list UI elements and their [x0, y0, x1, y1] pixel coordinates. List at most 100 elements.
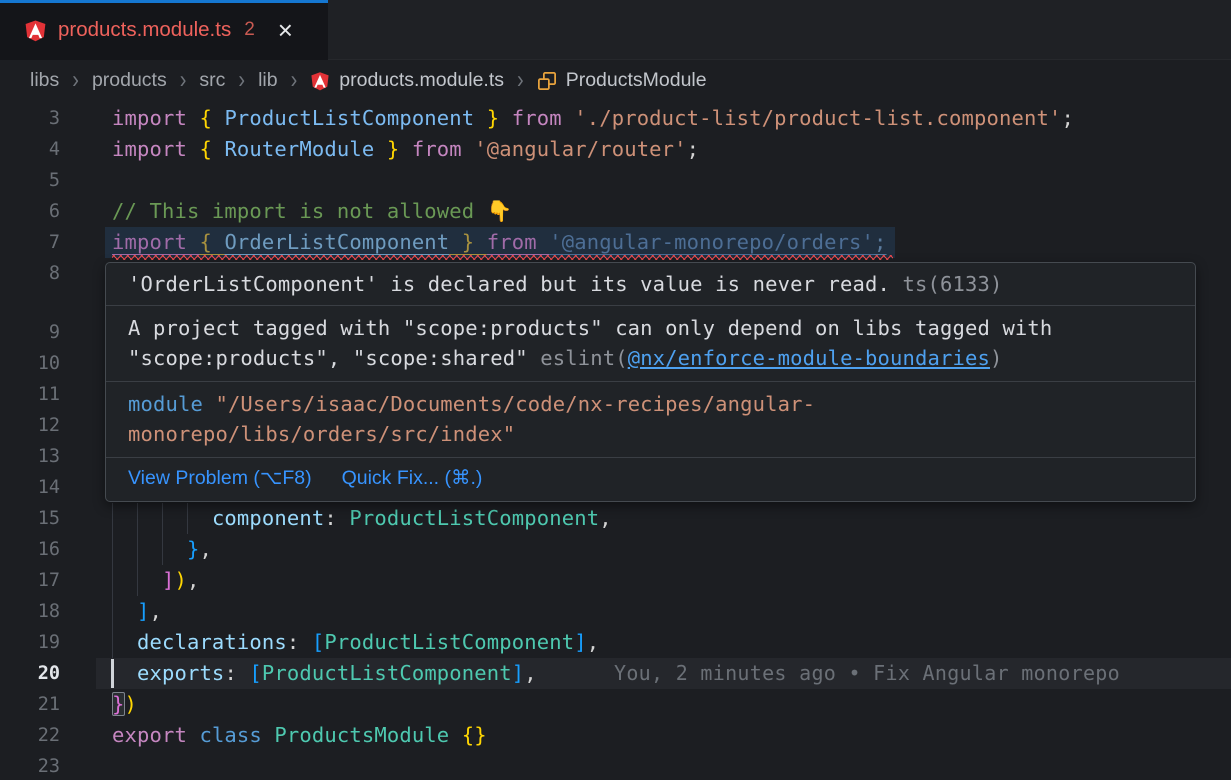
- problems-count-badge: 2: [244, 19, 255, 41]
- hover-message-2: A project tagged with "scope:products" c…: [106, 305, 1195, 381]
- line-number: 9: [0, 317, 60, 348]
- code-token: {: [199, 106, 224, 130]
- code-token: export: [112, 723, 199, 747]
- code-token: ): [125, 692, 138, 716]
- code-token: import: [112, 106, 199, 130]
- active-tab-indicator: [0, 0, 328, 3]
- angular-icon: [24, 19, 47, 42]
- close-icon[interactable]: ×: [278, 17, 293, 43]
- code-token: '@angular-monorepo/orders': [549, 230, 874, 254]
- line-number: 14: [0, 472, 60, 503]
- code-token: ,: [199, 537, 212, 561]
- code-token: }: [187, 537, 200, 561]
- code-token: import: [112, 137, 199, 161]
- code-line-3[interactable]: import { ProductListComponent } from './…: [112, 103, 1231, 134]
- code-token: '@angular/router': [474, 137, 686, 161]
- code-line-16[interactable]: },: [112, 534, 1231, 565]
- hover-text: ): [990, 346, 1003, 370]
- code-token: ProductListComponent: [349, 506, 599, 530]
- code-token: component: [212, 506, 324, 530]
- error-hover-popup: 'OrderListComponent' is declared but its…: [105, 262, 1196, 502]
- breadcrumb: libs › products › src › lib › products.module.ts…: [0, 61, 1231, 100]
- code-token: :: [287, 630, 312, 654]
- code-token: }: [474, 106, 511, 130]
- line-number: 22: [0, 720, 60, 751]
- hover-text: eslint(: [540, 346, 627, 370]
- breadcrumb-separator: ›: [72, 66, 79, 95]
- breadcrumb-item-productsmodule[interactable]: ProductsModule: [537, 69, 707, 92]
- line-number: 10: [0, 348, 60, 379]
- line-number: 15: [0, 503, 60, 534]
- code-line-19[interactable]: declarations: [ProductListComponent],: [112, 627, 1231, 658]
- line-number: 23: [0, 751, 60, 780]
- tab-products-module[interactable]: products.module.ts 2 ×: [0, 0, 328, 60]
- code-token: // This import is not allowed: [112, 199, 487, 223]
- code-token: [112, 568, 162, 592]
- code-editor[interactable]: 3import { ProductListComponent } from '.…: [0, 100, 1231, 780]
- code-token: }: [449, 230, 486, 254]
- line-number: 20: [0, 658, 60, 689]
- code-token: 👇: [487, 199, 513, 223]
- code-token: [: [249, 661, 262, 685]
- hover-message-1: 'OrderListComponent' is declared but its…: [106, 263, 1195, 305]
- code-line-15[interactable]: component: ProductListComponent,: [112, 503, 1231, 534]
- code-token: ,: [187, 568, 200, 592]
- breadcrumb-item-products-module-ts[interactable]: products.module.ts: [310, 69, 504, 92]
- error-squiggle: [112, 255, 893, 260]
- code-line-4[interactable]: import { RouterModule } from '@angular/r…: [112, 134, 1231, 165]
- code-token: :: [324, 506, 349, 530]
- code-token: './product-list/product-list.component': [574, 106, 1061, 130]
- quick-fix-button[interactable]: Quick Fix... (⌘.): [342, 464, 483, 492]
- code-line-18[interactable]: ],: [112, 596, 1231, 627]
- code-token: declarations: [137, 630, 287, 654]
- breadcrumb-separator: ›: [238, 66, 245, 95]
- line-number: 18: [0, 596, 60, 627]
- git-blame-annotation: You, 2 minutes ago • Fix Angular monorep…: [614, 658, 1120, 689]
- line-number: 17: [0, 565, 60, 596]
- code-token: ,: [587, 630, 600, 654]
- code-token: ;: [874, 230, 887, 254]
- code-line-7[interactable]: import { OrderListComponent } from '@ang…: [112, 227, 1231, 258]
- code-line-21[interactable]: }): [112, 689, 1231, 720]
- code-token: }: [112, 692, 125, 716]
- code-token: ]: [137, 599, 150, 623]
- code-token: [112, 537, 187, 561]
- code-token: ;: [687, 137, 700, 161]
- code-token: ,: [149, 599, 162, 623]
- code-line-5[interactable]: [112, 165, 1231, 196]
- line-number: 6: [0, 196, 60, 227]
- code-line-23[interactable]: [112, 751, 1231, 780]
- tab-bar: products.module.ts 2 ×: [0, 0, 1231, 60]
- code-token: [112, 599, 137, 623]
- line-number: 21: [0, 689, 60, 720]
- line-number: 19: [0, 627, 60, 658]
- line-number: 8: [0, 258, 60, 289]
- breadcrumb-item-src[interactable]: src: [199, 69, 225, 92]
- code-token: ProductListComponent: [224, 106, 474, 130]
- angular-icon: [310, 71, 330, 91]
- code-token: from: [487, 230, 549, 254]
- code-line-17[interactable]: ]),: [112, 565, 1231, 596]
- line-number: 16: [0, 534, 60, 565]
- breadcrumb-separator: ›: [517, 66, 524, 95]
- line-number: 4: [0, 134, 60, 165]
- code-token: ;: [1061, 106, 1074, 130]
- view-problem-button[interactable]: View Problem (⌥F8): [128, 464, 312, 492]
- breadcrumb-separator: ›: [180, 66, 187, 95]
- hover-message-3: module "/Users/isaac/Documents/code/nx-r…: [106, 381, 1195, 457]
- breadcrumb-label: lib: [258, 69, 278, 92]
- code-line-6[interactable]: // This import is not allowed 👇: [112, 196, 1231, 227]
- breadcrumb-item-lib[interactable]: lib: [258, 69, 278, 92]
- rule-link[interactable]: @nx/enforce-module-boundaries: [628, 346, 990, 370]
- breadcrumb-label: libs: [30, 69, 59, 92]
- code-token: RouterModule: [224, 137, 374, 161]
- breadcrumb-item-products[interactable]: products: [92, 69, 167, 92]
- line-number: 13: [0, 441, 60, 472]
- code-line-22[interactable]: export class ProductsModule {}: [112, 720, 1231, 751]
- code-token: ProductsModule: [274, 723, 461, 747]
- hover-action-bar: View Problem (⌥F8) Quick Fix... (⌘.): [106, 457, 1195, 501]
- breadcrumb-item-libs[interactable]: libs: [30, 69, 59, 92]
- class-symbol-icon: [537, 71, 557, 91]
- code-token: ProductListComponent: [324, 630, 574, 654]
- code-token: ProductListComponent: [262, 661, 512, 685]
